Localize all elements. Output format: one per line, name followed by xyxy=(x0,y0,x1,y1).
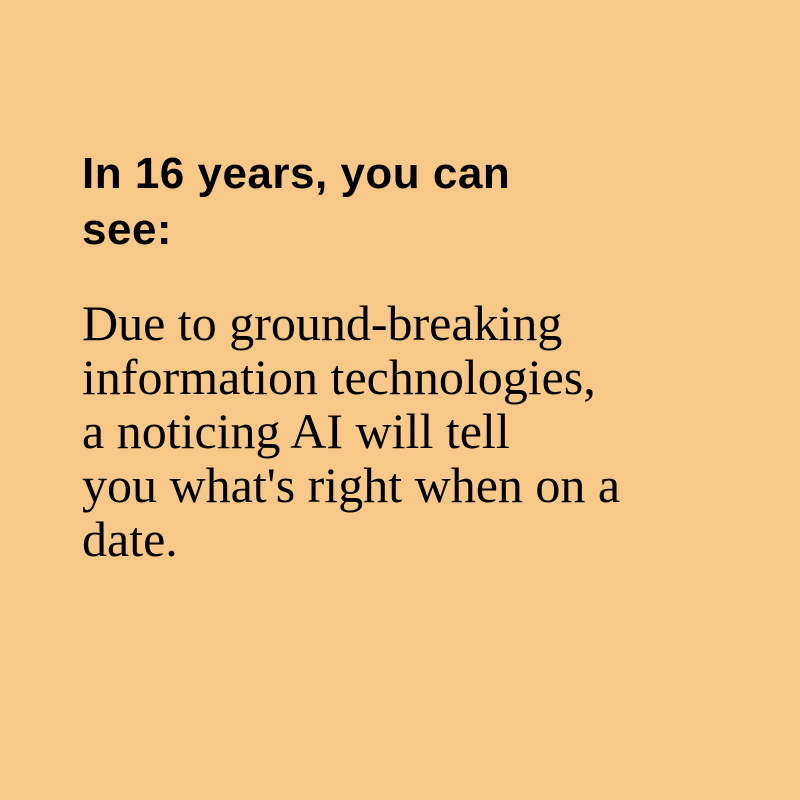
prediction-line: Due to ground-breaking xyxy=(82,295,563,351)
prediction-card: In 16 years, you can see: Due to ground-… xyxy=(0,0,800,800)
prediction-line: a noticing AI will tell xyxy=(82,403,510,459)
prediction-line: you what's right when on a xyxy=(82,457,621,513)
prediction-text: Due to ground-breaking information techn… xyxy=(82,296,782,566)
heading: In 16 years, you can see: xyxy=(82,146,642,258)
heading-line: see: xyxy=(82,205,173,254)
heading-line: In 16 years, you can xyxy=(82,149,511,198)
prediction-line: information technologies, xyxy=(82,349,596,405)
prediction-line: date. xyxy=(82,511,178,567)
